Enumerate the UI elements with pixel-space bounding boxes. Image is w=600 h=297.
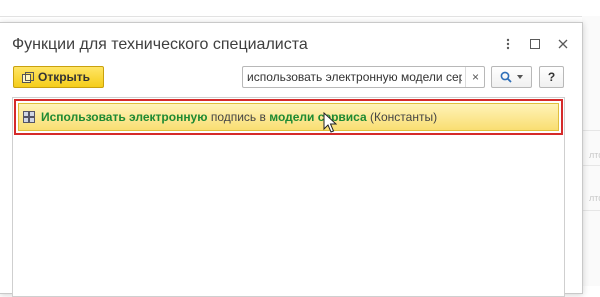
constants-icon bbox=[23, 111, 35, 123]
background-row-divider bbox=[582, 210, 600, 211]
search-input[interactable] bbox=[243, 67, 462, 87]
background-cell-text: лто bbox=[589, 150, 600, 160]
vertical-ellipsis-icon bbox=[506, 38, 510, 50]
close-button[interactable] bbox=[554, 35, 572, 53]
match-text: Использовать электронную bbox=[41, 110, 208, 124]
list-item-selection-outline: Использовать электронную подпись в модел… bbox=[14, 99, 563, 135]
help-button[interactable]: ? bbox=[539, 66, 564, 88]
close-icon bbox=[558, 39, 568, 49]
open-button-label: Открыть bbox=[38, 70, 91, 84]
search-icon bbox=[500, 71, 512, 83]
background-row-divider bbox=[582, 130, 600, 131]
chevron-down-icon bbox=[517, 75, 523, 79]
maximize-icon bbox=[530, 39, 540, 49]
background-app-header bbox=[0, 0, 600, 17]
functions-dialog: Функции для технического специалиста Отк… bbox=[0, 22, 583, 297]
functions-list: Использовать электронную подпись в модел… bbox=[12, 97, 565, 297]
background-cell-text: лто bbox=[589, 193, 600, 203]
match-text: модели сервиса bbox=[269, 110, 367, 124]
search-field[interactable]: × bbox=[242, 66, 485, 88]
maximize-button[interactable] bbox=[526, 35, 544, 53]
dialog-title: Функции для технического специалиста bbox=[12, 36, 308, 53]
clear-search-button[interactable]: × bbox=[465, 67, 485, 87]
find-button[interactable] bbox=[491, 66, 532, 88]
open-icon bbox=[22, 72, 34, 83]
background-row-divider bbox=[582, 165, 600, 166]
more-actions-button[interactable] bbox=[499, 35, 517, 53]
item-text: подпись в bbox=[207, 110, 270, 124]
mouse-cursor-icon bbox=[323, 112, 337, 133]
list-item[interactable]: Использовать электронную подпись в модел… bbox=[18, 103, 559, 131]
item-text: (Константы) bbox=[366, 110, 438, 124]
open-button[interactable]: Открыть bbox=[13, 66, 104, 88]
